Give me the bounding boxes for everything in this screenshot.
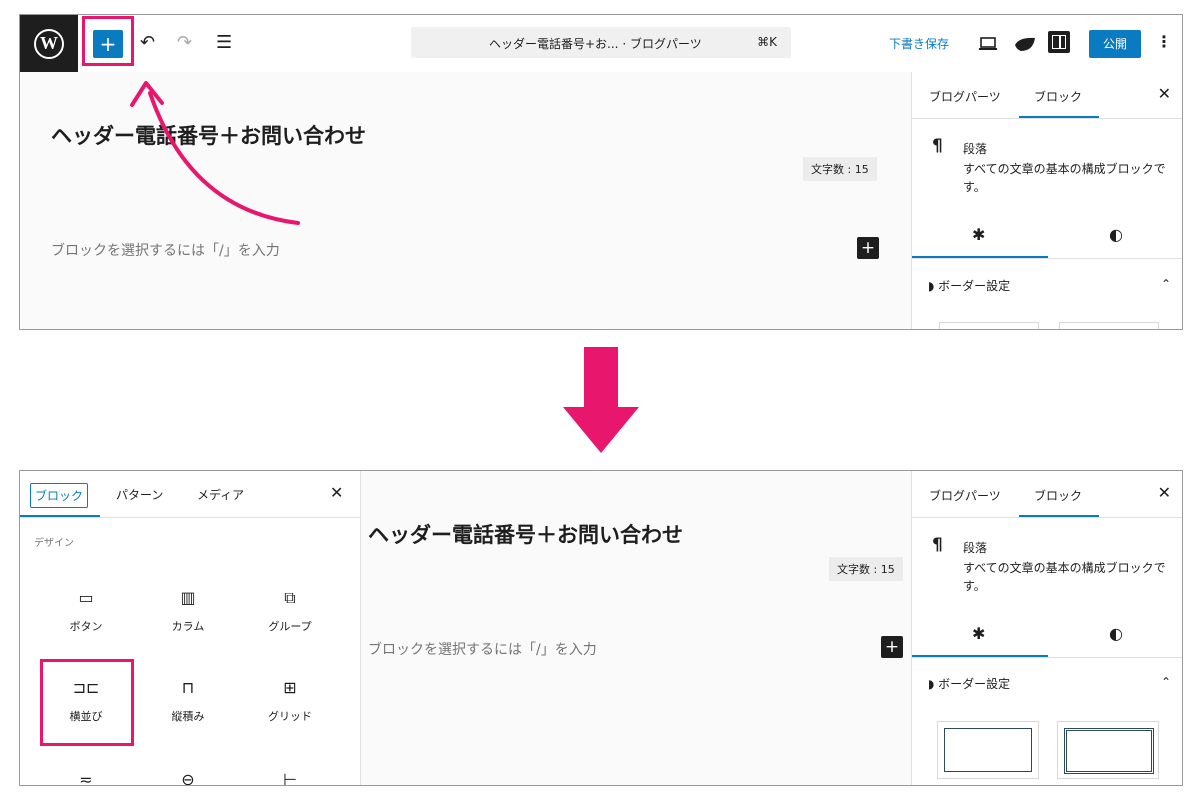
paragraph-icon: ¶	[932, 136, 943, 156]
options-menu-icon[interactable]: ⋮	[1156, 32, 1172, 51]
settings-toggle-icon[interactable]	[1048, 31, 1070, 53]
editor-header: W + ↶ ↷ ☰ ヘッダー電話番号+お... · ブログパーツ ⌘K 下書き保…	[20, 15, 1182, 73]
leaf-icon: ◗	[928, 279, 939, 293]
screenshot-before: W + ↶ ↷ ☰ ヘッダー電話番号+お... · ブログパーツ ⌘K 下書き保…	[19, 14, 1183, 330]
button-block-icon: ▭	[78, 588, 94, 607]
pointer-arrow	[130, 81, 300, 225]
preview-icon[interactable]	[978, 36, 998, 52]
separator-block-icon: ≂	[79, 770, 93, 786]
tab-block[interactable]: ブロック	[1034, 487, 1082, 504]
save-draft-button[interactable]: 下書き保存	[889, 35, 949, 52]
tab-block[interactable]: ブロック	[1034, 88, 1082, 105]
shortcut-hint: ⌘K	[757, 35, 777, 49]
block-item-separator[interactable]: ≂	[46, 769, 126, 786]
tab-template[interactable]: ブログパーツ	[929, 487, 1001, 504]
block-item-group[interactable]: ⧉ グループ	[250, 587, 330, 634]
inserter-tab-blocks[interactable]: ブロック	[30, 483, 89, 508]
block-description: すべての文章の基本の構成ブロックです。	[963, 561, 1166, 593]
border-style-option[interactable]	[1059, 322, 1159, 329]
paragraph-icon: ¶	[932, 535, 943, 555]
category-heading: デザイン	[34, 538, 74, 549]
border-style-option[interactable]	[939, 322, 1039, 329]
wordpress-logo[interactable]: W	[20, 15, 78, 72]
divider	[20, 517, 360, 518]
inserter-tab-patterns[interactable]: パターン	[116, 486, 163, 503]
tab-template[interactable]: ブログパーツ	[929, 88, 1001, 105]
redo-icon[interactable]: ↷	[177, 31, 192, 55]
divider	[912, 517, 1182, 518]
block-item-grid[interactable]: ⊞ グリッド	[250, 677, 330, 724]
border-style-double[interactable]	[1057, 721, 1159, 779]
divider	[912, 118, 1182, 119]
add-block-button[interactable]: +	[857, 237, 879, 259]
highlight-box	[82, 16, 134, 66]
close-icon[interactable]: ✕	[1158, 84, 1171, 103]
columns-block-icon: ▥	[180, 588, 196, 607]
block-item-button[interactable]: ▭ ボタン	[46, 587, 126, 634]
block-item-spacer[interactable]: ⊢	[250, 769, 330, 786]
block-item-stack[interactable]: ⊓ 縦積み	[148, 677, 228, 724]
block-description: すべての文章の基本の構成ブロックです。	[963, 162, 1166, 194]
word-count-badge: 文字数 : 15	[803, 157, 877, 181]
highlight-box	[40, 659, 134, 746]
add-block-button[interactable]: +	[881, 636, 903, 658]
grid-block-icon: ⊞	[283, 678, 297, 697]
chevron-up-icon[interactable]: ⌃	[1161, 277, 1171, 291]
block-name: 段落	[963, 541, 988, 555]
block-label: ボタン	[69, 620, 103, 633]
publish-button[interactable]: 公開	[1089, 30, 1141, 58]
block-label: 縦積み	[171, 710, 205, 723]
settings-icon[interactable]: ✱	[972, 225, 985, 244]
block-label: カラム	[171, 620, 205, 633]
more-block-icon: ⊖	[181, 770, 195, 786]
document-title: ヘッダー電話番号+お... · ブログパーツ	[489, 37, 702, 51]
post-title[interactable]: ヘッダー電話番号＋お問い合わせ	[368, 519, 683, 549]
settings-icon[interactable]: ✱	[972, 624, 985, 643]
block-name: 段落	[963, 142, 988, 156]
undo-icon[interactable]: ↶	[140, 31, 155, 55]
word-count-badge: 文字数 : 15	[829, 557, 903, 581]
inserter-tab-media[interactable]: メディア	[197, 486, 244, 503]
leaf-icon: ◗	[928, 677, 939, 691]
close-icon[interactable]: ✕	[1158, 483, 1171, 502]
stack-block-icon: ⊓	[181, 678, 195, 697]
theme-leaf-icon[interactable]	[1013, 35, 1037, 53]
editor-canvas: ヘッダー電話番号＋お問い合わせ 文字数 : 15 ブロックを選択するには「/」を…	[361, 471, 911, 785]
paragraph-placeholder[interactable]: ブロックを選択するには「/」を入力	[51, 240, 280, 260]
close-icon[interactable]: ✕	[330, 483, 343, 502]
border-settings-title[interactable]: ◗ ボーダー設定	[928, 277, 1010, 294]
block-item-columns[interactable]: ▥ カラム	[148, 587, 228, 634]
command-palette-bar[interactable]: ヘッダー電話番号+お... · ブログパーツ ⌘K	[411, 27, 791, 58]
styles-icon[interactable]: ◐	[1109, 225, 1123, 244]
block-item-more[interactable]: ⊖	[148, 769, 228, 786]
down-arrow	[563, 347, 639, 453]
settings-sidebar: ブログパーツ ブロック ✕ ¶ 段落 すべての文章の基本の構成ブロックです。 ✱…	[911, 72, 1182, 329]
settings-sidebar: ブログパーツ ブロック ✕ ¶ 段落 すべての文章の基本の構成ブロックです。 ✱…	[911, 471, 1182, 785]
screenshot-after: ブロック パターン メディア ✕ デザイン ▭ ボタン ▥ カラム ⧉ グループ ⊐⊏…	[19, 470, 1183, 786]
spacer-block-icon: ⊢	[283, 770, 297, 786]
block-label: グリッド	[268, 710, 312, 723]
border-settings-title[interactable]: ◗ ボーダー設定	[928, 675, 1010, 692]
list-view-icon[interactable]: ☰	[216, 31, 232, 55]
wordpress-icon: W	[34, 28, 64, 59]
group-block-icon: ⧉	[284, 588, 296, 607]
block-inserter-panel: ブロック パターン メディア ✕ デザイン ▭ ボタン ▥ カラム ⧉ グループ ⊐⊏…	[20, 471, 361, 786]
paragraph-placeholder[interactable]: ブロックを選択するには「/」を入力	[368, 639, 597, 659]
divider	[912, 258, 1182, 259]
chevron-up-icon[interactable]: ⌃	[1161, 675, 1171, 689]
block-label: グループ	[268, 620, 312, 633]
border-style-single[interactable]	[937, 721, 1039, 779]
divider	[912, 657, 1182, 658]
styles-icon[interactable]: ◐	[1109, 624, 1123, 643]
